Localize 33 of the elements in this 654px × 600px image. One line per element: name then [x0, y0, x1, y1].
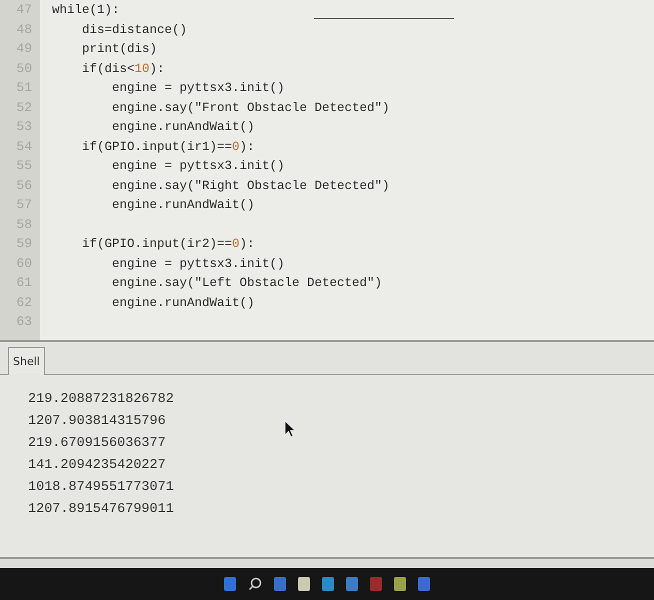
shell-output-line: 141.2094235420227	[28, 457, 166, 475]
code-line: engine = pyttsx3.init()	[111, 80, 285, 97]
code-line: engine = pyttsx3.init()	[111, 158, 285, 175]
code-line: print(dis)	[81, 41, 158, 58]
taskbar-app-icon[interactable]	[394, 577, 406, 591]
code-line: engine.say("Right Obstacle Detected")	[111, 178, 390, 194]
taskbar-app-icon[interactable]	[370, 577, 382, 591]
code-line: engine.runAndWait()	[111, 294, 255, 312]
code-line: while(1):	[52, 2, 120, 19]
search-icon[interactable]	[248, 577, 262, 591]
code-editor[interactable]	[0, 0, 654, 342]
shell-tab[interactable]: Shell	[8, 347, 45, 375]
code-line: if(GPIO.input(ir2)==0):	[81, 236, 255, 253]
taskbar-app-icon[interactable]	[418, 577, 430, 591]
shell-output-line: 219.20887231826782	[28, 391, 174, 409]
code-line: engine = pyttsx3.init()	[111, 256, 285, 272]
taskbar-app-icon[interactable]	[274, 577, 286, 591]
shell-output-line: 1207.903814315796	[28, 413, 166, 431]
code-line: dis=distance()	[81, 22, 188, 38]
code-line: engine.runAndWait()	[111, 197, 255, 214]
code-line: if(dis<10):	[81, 60, 165, 78]
taskbar-app-icon[interactable]	[322, 577, 334, 591]
code-line: engine.say("Left Obstacle Detected")	[111, 275, 382, 292]
shell-output-line: 219.6709156036377	[28, 435, 166, 453]
taskbar-app-icon[interactable]	[298, 577, 310, 591]
taskbar-app-icon[interactable]	[346, 577, 358, 591]
taskbar-app-icon[interactable]	[224, 577, 236, 591]
mouse-pointer-icon	[284, 420, 296, 438]
code-line: engine.runAndWait()	[111, 119, 255, 136]
code-line: if(GPIO.input(ir1)==0):	[81, 138, 255, 156]
code-line: engine.say("Front Obstacle Detected")	[111, 100, 390, 116]
shell-output-line: 1018.8749551773071	[28, 479, 174, 497]
shell-output-line: 1207.8915476799011	[28, 501, 174, 519]
